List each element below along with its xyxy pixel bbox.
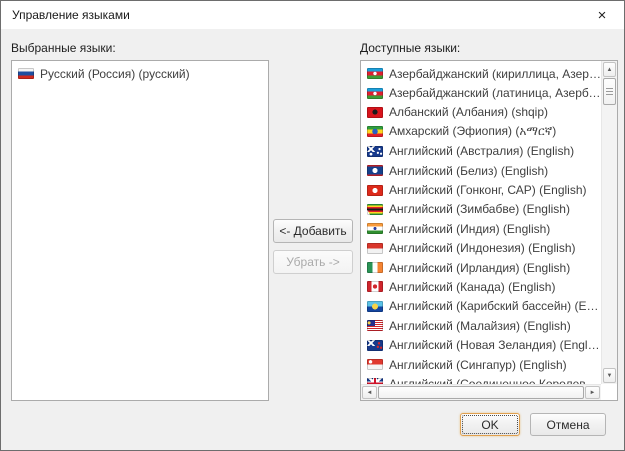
close-icon[interactable]: × <box>580 1 624 29</box>
list-item[interactable]: Английский (Белиз) (English) <box>365 161 601 180</box>
list-item[interactable]: Азербайджанский (кириллица, Азерба... <box>365 64 601 83</box>
list-item[interactable]: Английский (Австралия) (English) <box>365 142 601 161</box>
flag-india-icon <box>367 223 383 234</box>
language-label: Английский (Индонезия) (English) <box>389 241 576 255</box>
flag-singapore-icon <box>367 359 383 370</box>
flag-new-zealand-icon <box>367 340 383 351</box>
cancel-button[interactable]: Отмена <box>530 413 606 436</box>
list-item[interactable]: Английский (Новая Зеландия) (English) <box>365 335 601 354</box>
language-label: Английский (Сингапур) (English) <box>389 358 567 372</box>
list-item[interactable]: Английский (Сингапур) (English) <box>365 355 601 374</box>
language-label: Албанский (Албания) (shqip) <box>389 105 548 119</box>
language-label: Английский (Гонконг, САР) (English) <box>389 183 587 197</box>
language-label: Английский (Малайзия) (English) <box>389 319 571 333</box>
scroll-up-icon[interactable]: ▲ <box>603 62 616 77</box>
add-language-button[interactable]: <- Добавить <box>273 219 353 243</box>
list-item[interactable]: Азербайджанский (латиница, Азербай... <box>365 83 601 102</box>
list-item[interactable]: Английский (Ирландия) (English) <box>365 258 601 277</box>
title-bar: Управление языками × <box>1 1 624 29</box>
language-label: Английский (Зимбабве) (English) <box>389 202 570 216</box>
language-label: Английский (Соединенное Королевство) <box>389 377 601 384</box>
horizontal-scrollbar-thumb[interactable] <box>378 386 584 399</box>
language-label: Английский (Канада) (English) <box>389 280 555 294</box>
list-item[interactable]: Английский (Карибский бассейн) (Engli... <box>365 297 601 316</box>
flag-canada-icon <box>367 281 383 292</box>
list-item[interactable]: Английский (Малайзия) (English) <box>365 316 601 335</box>
flag-belize-icon <box>367 165 383 176</box>
language-label: Английский (Австралия) (English) <box>389 144 574 158</box>
ok-button[interactable]: OK <box>460 413 520 436</box>
language-label: Английский (Ирландия) (English) <box>389 261 570 275</box>
flag-azerbaijan-icon <box>367 68 383 79</box>
remove-language-button[interactable]: Убрать -> <box>273 250 353 274</box>
selected-languages-list[interactable]: Русский (Россия) (русский) <box>11 60 269 401</box>
flag-azerbaijan-icon <box>367 88 383 99</box>
list-item[interactable]: Албанский (Албания) (shqip) <box>365 103 601 122</box>
list-item[interactable]: Амхарский (Эфиопия) (አማርኛ) <box>365 122 601 141</box>
horizontal-scrollbar[interactable]: ◄ ► <box>361 384 601 400</box>
flag-zimbabwe-icon <box>367 204 383 215</box>
language-label: Азербайджанский (латиница, Азербай... <box>389 86 601 100</box>
selected-languages-label: Выбранные языки: <box>11 41 116 55</box>
available-languages-rows: Азербайджанский (кириллица, Азерба... Азе… <box>361 61 601 384</box>
scroll-left-icon[interactable]: ◄ <box>362 386 377 399</box>
language-label: Английский (Индия) (English) <box>389 222 550 236</box>
available-languages-list[interactable]: Азербайджанский (кириллица, Азерба... Азе… <box>360 60 618 401</box>
list-item[interactable]: Английский (Индонезия) (English) <box>365 239 601 258</box>
scroll-right-icon[interactable]: ► <box>585 386 600 399</box>
list-item[interactable]: Английский (Канада) (English) <box>365 277 601 296</box>
flag-malaysia-icon <box>367 320 383 331</box>
dialog-title: Управление языками <box>12 8 130 22</box>
available-languages-label: Доступные языки: <box>360 41 460 55</box>
vertical-scrollbar-thumb[interactable] <box>603 78 616 105</box>
flag-hongkong-icon <box>367 185 383 196</box>
language-label: Английский (Новая Зеландия) (English) <box>389 338 601 352</box>
language-management-dialog: Управление языками × Выбранные языки: До… <box>0 0 625 451</box>
language-label: Амхарский (Эфиопия) (አማርኛ) <box>389 124 556 139</box>
language-label: Азербайджанский (кириллица, Азерба... <box>389 67 601 81</box>
flag-ireland-icon <box>367 262 383 273</box>
selected-languages-rows: Русский (Россия) (русский) <box>12 61 268 400</box>
flag-albania-icon <box>367 107 383 118</box>
language-label: Английский (Карибский бассейн) (Engli... <box>389 299 601 313</box>
list-item[interactable]: Английский (Соединенное Королевство) <box>365 374 601 384</box>
list-item[interactable]: Английский (Гонконг, САР) (English) <box>365 180 601 199</box>
list-item[interactable]: Английский (Индия) (English) <box>365 219 601 238</box>
flag-ethiopia-icon <box>367 126 383 137</box>
flag-indonesia-icon <box>367 243 383 254</box>
vertical-scrollbar[interactable]: ▲ ▼ <box>601 61 617 384</box>
list-item[interactable]: Английский (Зимбабве) (English) <box>365 200 601 219</box>
list-item[interactable]: Русский (Россия) (русский) <box>16 64 268 83</box>
language-label: Русский (Россия) (русский) <box>40 67 190 81</box>
flag-russia-icon <box>18 68 34 79</box>
scroll-down-icon[interactable]: ▼ <box>603 368 616 383</box>
language-label: Английский (Белиз) (English) <box>389 164 548 178</box>
flag-caribbean-icon <box>367 301 383 312</box>
flag-australia-icon <box>367 146 383 157</box>
